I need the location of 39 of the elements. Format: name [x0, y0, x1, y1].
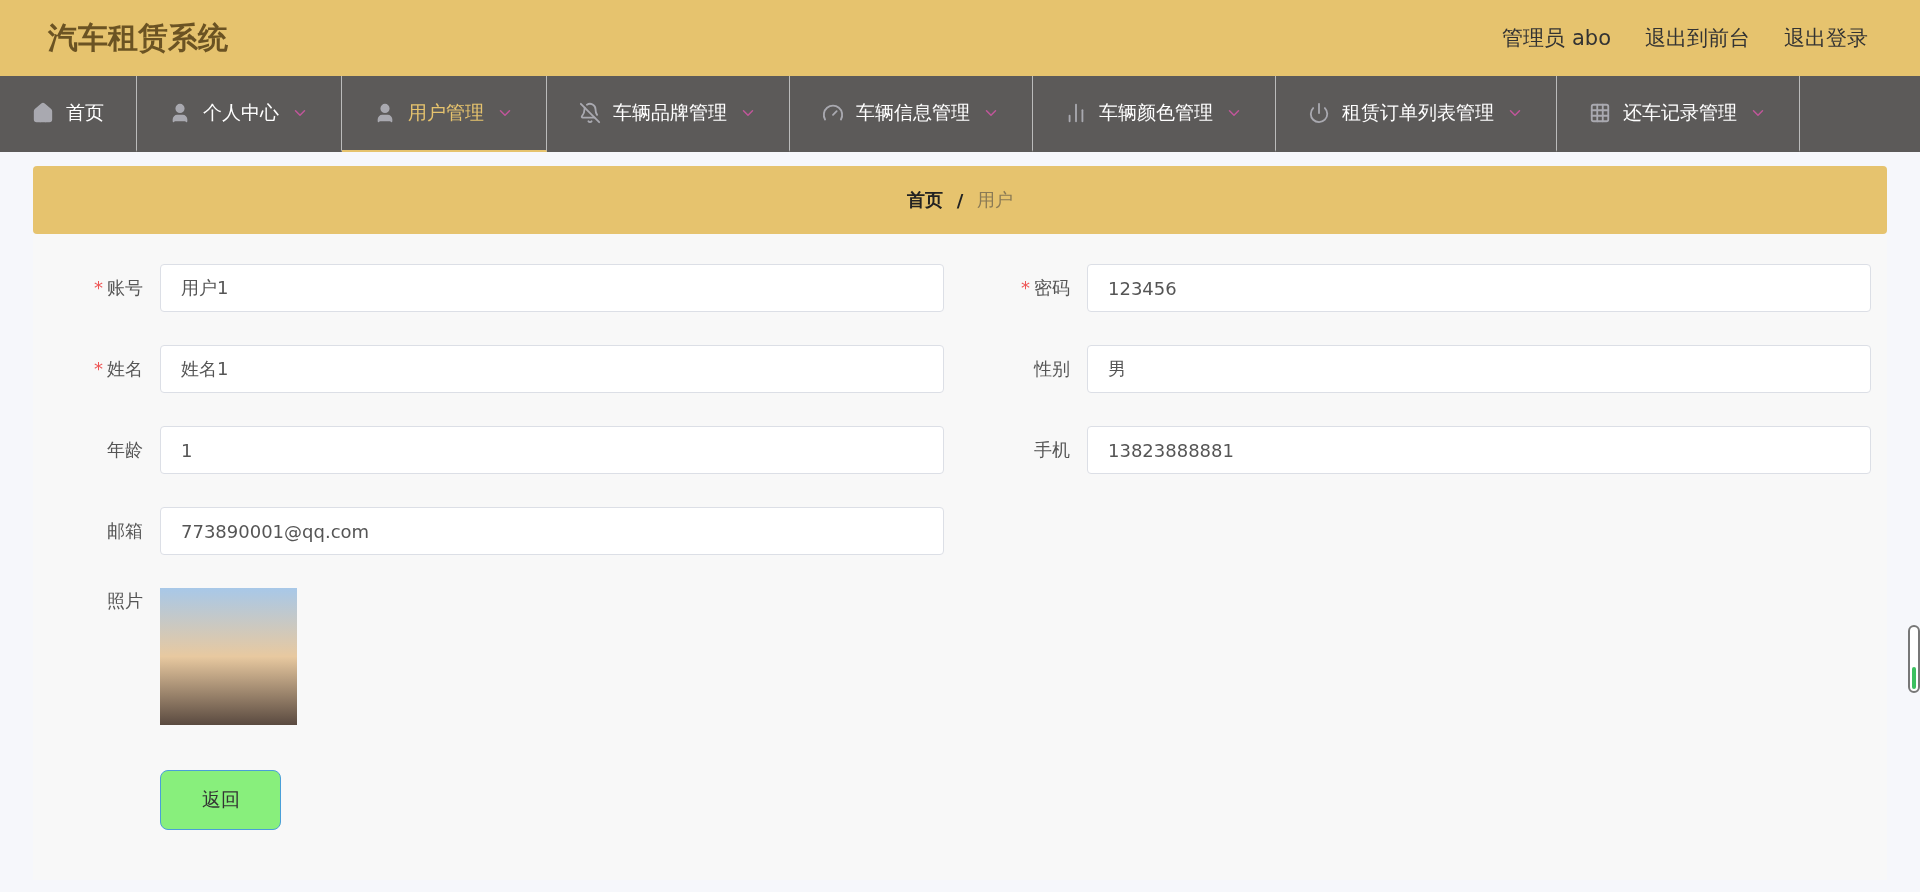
power-icon	[1308, 102, 1330, 124]
field-label: 姓名	[107, 357, 143, 381]
nav-tab[interactable]: 车辆信息管理	[790, 76, 1033, 152]
input-field[interactable]: 1	[160, 426, 944, 474]
field-label: 账号	[107, 276, 143, 300]
back-button[interactable]: 返回	[160, 770, 281, 830]
field-label: 手机	[1034, 438, 1070, 462]
header-link[interactable]: 退出登录	[1784, 24, 1868, 52]
nav-tab[interactable]: 个人中心	[137, 76, 342, 152]
required-mark: *	[94, 276, 103, 300]
breadcrumb-item[interactable]: 首页	[906, 188, 943, 212]
nav-tab[interactable]: 车辆品牌管理	[547, 76, 790, 152]
input-field[interactable]: 用户1	[160, 264, 944, 312]
field-label: 年龄	[107, 438, 143, 462]
input-field[interactable]: 773890001@qq.com	[160, 507, 944, 555]
home-icon	[32, 102, 54, 124]
app-title: 汽车租赁系统	[48, 18, 228, 57]
required-mark: *	[1021, 276, 1030, 300]
input-field[interactable]: 123456	[1087, 264, 1871, 312]
input-field[interactable]: 13823888881	[1087, 426, 1871, 474]
field-label: 邮箱	[107, 519, 143, 543]
required-mark: *	[94, 357, 103, 381]
bell-off-icon	[579, 102, 601, 124]
field-label: 密码	[1034, 276, 1070, 300]
nav-tab[interactable]: 还车记录管理	[1557, 76, 1800, 152]
nav-tab[interactable]: 首页	[0, 76, 137, 152]
nav-tab[interactable]: 车辆颜色管理	[1033, 76, 1276, 152]
field-label: 性别	[1034, 357, 1070, 381]
nav-tab[interactable]: 用户管理	[342, 76, 547, 152]
input-field[interactable]: 姓名1	[160, 345, 944, 393]
grid-icon	[1589, 102, 1611, 124]
header-link[interactable]: 退出到前台	[1645, 24, 1750, 52]
nav-tab[interactable]: 租赁订单列表管理	[1276, 76, 1557, 152]
breadcrumb-item: 用户	[977, 188, 1014, 212]
field-label: 照片	[107, 589, 143, 613]
input-field[interactable]: 男	[1087, 345, 1871, 393]
scroll-indicator-icon	[1908, 625, 1920, 693]
breadcrumb-separator: /	[956, 189, 964, 211]
header-link[interactable]: 管理员 abo	[1502, 24, 1611, 52]
